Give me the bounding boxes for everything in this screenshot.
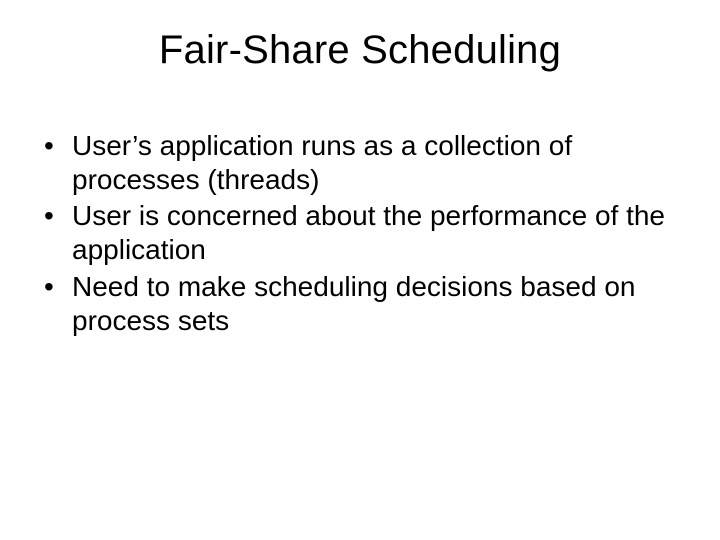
bullet-item: User’s application runs as a collection … (38, 129, 680, 197)
bullet-item: User is concerned about the performance … (38, 199, 680, 267)
slide: Fair-Share Scheduling User’s application… (0, 0, 720, 540)
bullet-item: Need to make scheduling decisions based … (38, 270, 680, 338)
slide-title: Fair-Share Scheduling (30, 28, 690, 73)
bullet-list: User’s application runs as a collection … (30, 129, 690, 338)
